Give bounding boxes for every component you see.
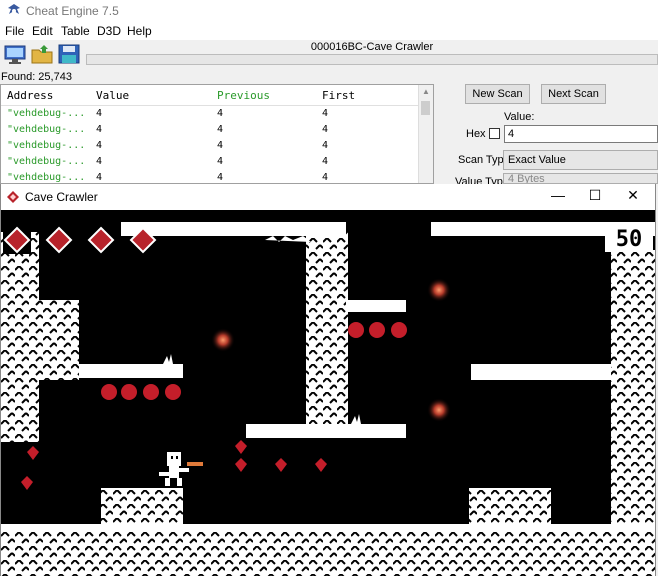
value-input[interactable]: 4 <box>504 125 658 143</box>
table-row[interactable]: "vehdebug-... 4 4 4 <box>1 107 419 123</box>
row-value: 4 <box>96 172 103 183</box>
platform <box>79 364 183 378</box>
row-value: 4 <box>96 140 103 151</box>
cheat-engine-titlebar: Cheat Engine 7.5 <box>0 0 658 22</box>
value-type-select[interactable]: 4 Bytes <box>503 173 658 184</box>
col-address[interactable]: Address <box>7 89 53 102</box>
hex-checkbox[interactable] <box>489 128 500 139</box>
table-row[interactable]: "vehdebug-... 4 4 4 <box>1 123 419 139</box>
scan-type-select[interactable]: Exact Value <box>503 150 658 170</box>
row-first: 4 <box>322 108 329 119</box>
table-row[interactable]: "vehdebug-... 4 4 4 <box>1 139 419 155</box>
col-value[interactable]: Value <box>96 89 129 102</box>
menu-edit[interactable]: Edit <box>32 24 53 38</box>
next-scan-button[interactable]: Next Scan <box>541 84 606 104</box>
row-previous: 4 <box>217 124 224 135</box>
game-app-icon <box>7 191 19 203</box>
row-address: "vehdebug-... <box>7 156 86 167</box>
maximize-button[interactable]: ☐ <box>585 187 605 204</box>
found-count: Found: 25,743 <box>1 71 72 83</box>
platform <box>471 364 611 380</box>
row-address: "vehdebug-... <box>7 172 86 183</box>
floor-mound <box>101 488 183 530</box>
menu-d3d[interactable]: D3D <box>97 24 121 38</box>
row-previous: 4 <box>217 140 224 151</box>
floor-mound <box>469 488 551 530</box>
results-scrollbar[interactable]: ▲ <box>418 85 433 183</box>
save-icon[interactable] <box>57 43 81 65</box>
row-value: 4 <box>96 124 103 135</box>
scan-type-label: Scan Type <box>458 154 510 166</box>
window-title: Cheat Engine 7.5 <box>26 4 119 18</box>
scroll-thumb[interactable] <box>421 101 430 115</box>
minimize-button[interactable]: — <box>548 187 568 203</box>
results-header: Address Value Previous First <box>1 85 419 106</box>
menu-help[interactable]: Help <box>127 24 152 38</box>
menu-file[interactable]: File <box>5 24 24 38</box>
row-address: "vehdebug-... <box>7 108 86 119</box>
row-previous: 4 <box>217 156 224 167</box>
row-previous: 4 <box>217 108 224 119</box>
cheat-engine-logo-icon <box>8 4 20 14</box>
cave-wall <box>1 300 79 380</box>
open-file-icon[interactable] <box>30 43 54 65</box>
cave-floor <box>1 530 655 576</box>
row-value: 4 <box>96 108 103 119</box>
glowing-orb <box>211 328 235 352</box>
game-playfield[interactable]: 50 <box>1 210 655 576</box>
row-previous: 4 <box>217 172 224 183</box>
glowing-orb <box>427 398 451 422</box>
glowing-orb <box>427 278 451 302</box>
value-label: Value: <box>504 111 535 123</box>
game-titlebar: Cave Crawler — ☐ ✕ <box>1 184 655 210</box>
score-display: 50 <box>616 227 643 252</box>
menu-bar: File Edit Table D3D Help <box>0 22 658 40</box>
scroll-up-icon[interactable]: ▲ <box>422 87 430 96</box>
game-window[interactable]: Cave Crawler — ☐ ✕ 50 <box>0 184 656 576</box>
cave-pillar <box>306 232 348 437</box>
menu-table[interactable]: Table <box>61 24 90 38</box>
row-address: "vehdebug-... <box>7 140 86 151</box>
row-value: 4 <box>96 156 103 167</box>
game-title: Cave Crawler <box>25 190 98 204</box>
results-list[interactable]: Address Value Previous First "vehdebug-.… <box>0 84 434 184</box>
new-scan-button[interactable]: New Scan <box>465 84 530 104</box>
row-first: 4 <box>322 156 329 167</box>
row-first: 4 <box>322 124 329 135</box>
table-row[interactable]: "vehdebug-... 4 4 4 <box>1 171 419 183</box>
platform <box>246 424 406 438</box>
select-process-button[interactable] <box>3 43 27 65</box>
platform <box>346 300 406 312</box>
hex-label: Hex <box>466 128 486 140</box>
floor-edge <box>1 524 655 530</box>
row-first: 4 <box>322 172 329 183</box>
row-first: 4 <box>322 140 329 151</box>
row-address: "vehdebug-... <box>7 124 86 135</box>
scan-progress-bar <box>86 54 658 65</box>
ceiling-ledge <box>121 222 346 236</box>
table-row[interactable]: "vehdebug-... 4 4 4 <box>1 155 419 171</box>
close-button[interactable]: ✕ <box>623 187 643 204</box>
process-label: 000016BC-Cave Crawler <box>310 41 434 53</box>
col-previous[interactable]: Previous <box>217 89 270 102</box>
col-first[interactable]: First <box>322 89 355 102</box>
